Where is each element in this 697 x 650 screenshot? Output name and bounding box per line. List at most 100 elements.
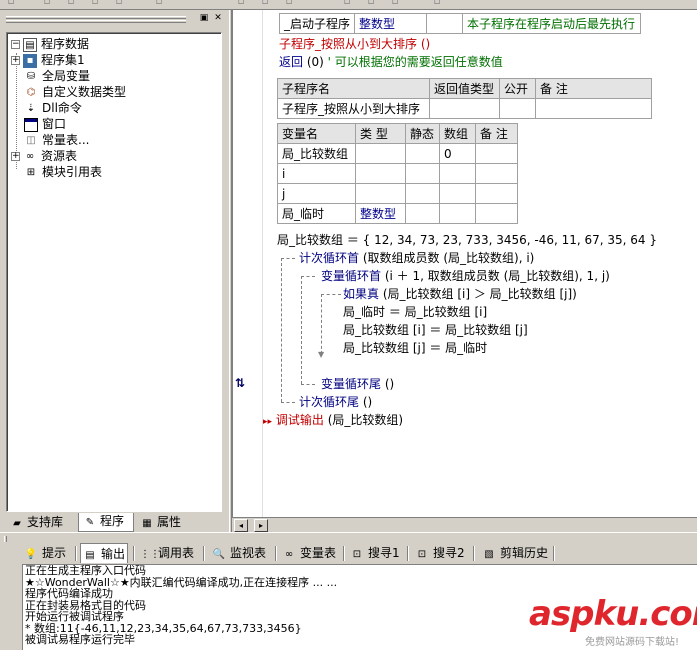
var-name-cell[interactable]: 局_临时 <box>277 203 356 224</box>
var-static-cell[interactable] <box>405 163 440 184</box>
module-reference-icon: ⊞ <box>26 166 36 178</box>
toolbar-button[interactable]: ▫ <box>234 0 248 9</box>
var-note-cell[interactable] <box>475 183 518 204</box>
collapse-icon[interactable]: − <box>11 40 20 49</box>
toolbar-button[interactable]: ▫ <box>112 0 126 9</box>
horizontal-scrollbar[interactable]: ◂ ▸ <box>232 517 697 532</box>
code-line-loop1[interactable]: 计次循环首 (取数组成员数 (局_比较数组), i) <box>299 250 534 266</box>
flow-line <box>301 276 315 277</box>
var-name-cell[interactable]: i <box>277 163 356 184</box>
tab-separator <box>133 546 135 561</box>
toolbar-button[interactable]: ▫ <box>364 0 378 9</box>
code-editor[interactable]: ⇅ _启动子程序 整数型 本子程序在程序启动后最先执行 子程序_按照从小到大排序… <box>232 10 697 517</box>
properties-icon: ▦ <box>142 518 152 529</box>
tree-item-assembly[interactable]: + ▪ 程序集1 <box>11 52 85 68</box>
tree-root[interactable]: − ▤ 程序数据 <box>11 36 89 52</box>
tab-label: 剪辑历史 <box>500 546 549 560</box>
call-stack-icon: ⋮⋮ <box>140 549 160 560</box>
tab-support-library[interactable]: ▰ 支持库 <box>6 514 76 531</box>
loop1-end-keyword: 计次循环尾 <box>299 395 360 409</box>
sub-public-cell[interactable] <box>499 98 536 119</box>
tab-program[interactable]: ✎ 程序 <box>78 513 134 532</box>
loop2-keyword: 变量循环首 <box>321 269 382 283</box>
var-type-cell[interactable] <box>355 163 406 184</box>
return-line[interactable]: 返回 (0) ' 可以根据您的需要返回任意数值 <box>279 54 503 70</box>
startup-sub-public[interactable] <box>426 13 464 34</box>
tree-item-window[interactable]: 窗口 <box>24 116 66 132</box>
var-note-cell[interactable] <box>475 203 518 224</box>
loop1-end-args: () <box>362 395 373 409</box>
scroll-left-button[interactable]: ◂ <box>234 519 248 532</box>
expand-icon[interactable]: + <box>11 152 20 161</box>
tab-output[interactable]: ▤ 输出 <box>80 543 129 563</box>
code-line-loop1-end[interactable]: 计次循环尾 () <box>299 394 372 410</box>
sub-name-cell[interactable]: 子程序_按照从小到大排序 <box>277 98 430 119</box>
code-line-swap2[interactable]: 局_比较数组 [i] ＝ 局_比较数组 [j] <box>343 322 528 338</box>
tree-item-constants[interactable]: ◫ 常量表... <box>24 132 89 148</box>
toolbar-button[interactable]: ▫ <box>152 0 166 9</box>
watermark-logo: aspku.com <box>529 594 697 634</box>
var-array-cell[interactable] <box>439 203 476 224</box>
tree-item-global-vars[interactable]: ⛁ 全局变量 <box>24 68 90 84</box>
sub-return-cell[interactable] <box>429 98 500 119</box>
code-line-assign[interactable]: 局_比较数组 ＝ { 12, 34, 73, 23, 733, 3456, -4… <box>277 232 657 248</box>
sub-table-header: 公开 <box>499 78 536 99</box>
scroll-right-button[interactable]: ▸ <box>254 519 268 532</box>
var-type-cell[interactable] <box>355 143 406 164</box>
restore-icon[interactable]: ▣ <box>198 12 210 24</box>
var-static-cell[interactable] <box>405 183 440 204</box>
sub-note-cell[interactable] <box>535 98 652 119</box>
startup-sub-name[interactable]: _启动子程序 <box>278 13 356 34</box>
toolbar-button[interactable]: ▫ <box>430 0 444 9</box>
close-icon[interactable]: ✕ <box>212 12 224 24</box>
startup-sub-type[interactable]: 整数型 <box>354 13 428 34</box>
var-static-cell[interactable] <box>405 203 440 224</box>
var-name-cell[interactable]: j <box>277 183 356 204</box>
code-line-if[interactable]: 如果真 (局_比较数组 [i] ＞ 局_比较数组 [j]) <box>343 286 577 302</box>
tab-separator <box>203 546 205 561</box>
tab-search2[interactable]: ⊡ 搜寻2 <box>413 543 467 563</box>
panel-grip[interactable] <box>6 16 186 19</box>
tab-variables[interactable]: ∞ 变量表 <box>280 543 338 563</box>
if-args: (局_比较数组 [i] ＞ 局_比较数组 [j]) <box>382 287 577 301</box>
tree-item-custom-types[interactable]: ⌬ 自定义数据类型 <box>24 84 126 100</box>
toolbar-button[interactable]: ▫ <box>340 0 354 9</box>
left-tab-bar: ▰ 支持库 ✎ 程序 ▦ 属性 <box>2 512 227 532</box>
tree-item-resources[interactable]: + ∞ 资源表 <box>11 148 77 164</box>
var-type-cell[interactable]: 整数型 <box>355 203 406 224</box>
tree-item-dll[interactable]: ⇣ Dll命令 <box>24 100 82 116</box>
down-triangle-icon: ▼ <box>318 350 325 359</box>
toolbar-button[interactable]: ▫ <box>88 0 102 9</box>
sub-declaration[interactable]: 子程序_按照从小到大排序 () <box>279 36 430 52</box>
toolbar-button[interactable]: ▫ <box>258 0 272 9</box>
var-name-cell[interactable]: 局_比较数组 <box>277 143 356 164</box>
var-note-cell[interactable] <box>475 143 518 164</box>
flow-line <box>281 402 295 403</box>
tab-call-stack[interactable]: ⋮⋮调用表 <box>138 543 196 563</box>
code-line-loop2-end[interactable]: 变量循环尾 () <box>321 376 394 392</box>
code-line-swap3[interactable]: 局_比较数组 [j] ＝ 局_临时 <box>343 340 487 356</box>
var-array-cell[interactable]: 0 <box>439 143 476 164</box>
var-static-cell[interactable] <box>405 143 440 164</box>
startup-sub-note[interactable]: 本子程序在程序启动后最先执行 <box>462 13 642 34</box>
var-type-cell[interactable] <box>355 183 406 204</box>
code-line-loop2[interactable]: 变量循环首 (i ＋ 1, 取数组成员数 (局_比较数组), 1, j) <box>321 268 610 284</box>
tab-search1[interactable]: ⊡ 搜寻1 <box>348 543 402 563</box>
toolbar-button[interactable]: ▫ <box>64 0 78 9</box>
tab-hint[interactable]: 💡 提示 <box>22 543 68 563</box>
var-array-cell[interactable] <box>439 163 476 184</box>
tab-clip-history[interactable]: ▧ 剪辑历史 <box>480 543 550 563</box>
toolbar-button[interactable]: ▫ <box>4 0 18 9</box>
toolbar-button[interactable]: ▫ <box>388 0 402 9</box>
code-line-swap1[interactable]: 局_临时 ＝ 局_比较数组 [i] <box>343 304 487 320</box>
tab-properties[interactable]: ▦ 属性 <box>136 514 192 531</box>
expand-icon[interactable]: + <box>11 56 20 65</box>
tab-watch[interactable]: 🔍 监视表 <box>210 543 268 563</box>
tree-item-module-refs[interactable]: ⊞ 模块引用表 <box>24 164 102 180</box>
var-note-cell[interactable] <box>475 163 518 184</box>
toolbar-button[interactable]: ▫ <box>282 0 296 9</box>
code-line-debug[interactable]: ▸▸ 调试输出 (局_比较数组) <box>263 412 403 430</box>
toolbar-button[interactable]: ▫ <box>40 0 54 9</box>
var-array-cell[interactable] <box>439 183 476 204</box>
debug-args: (局_比较数组) <box>327 413 404 427</box>
